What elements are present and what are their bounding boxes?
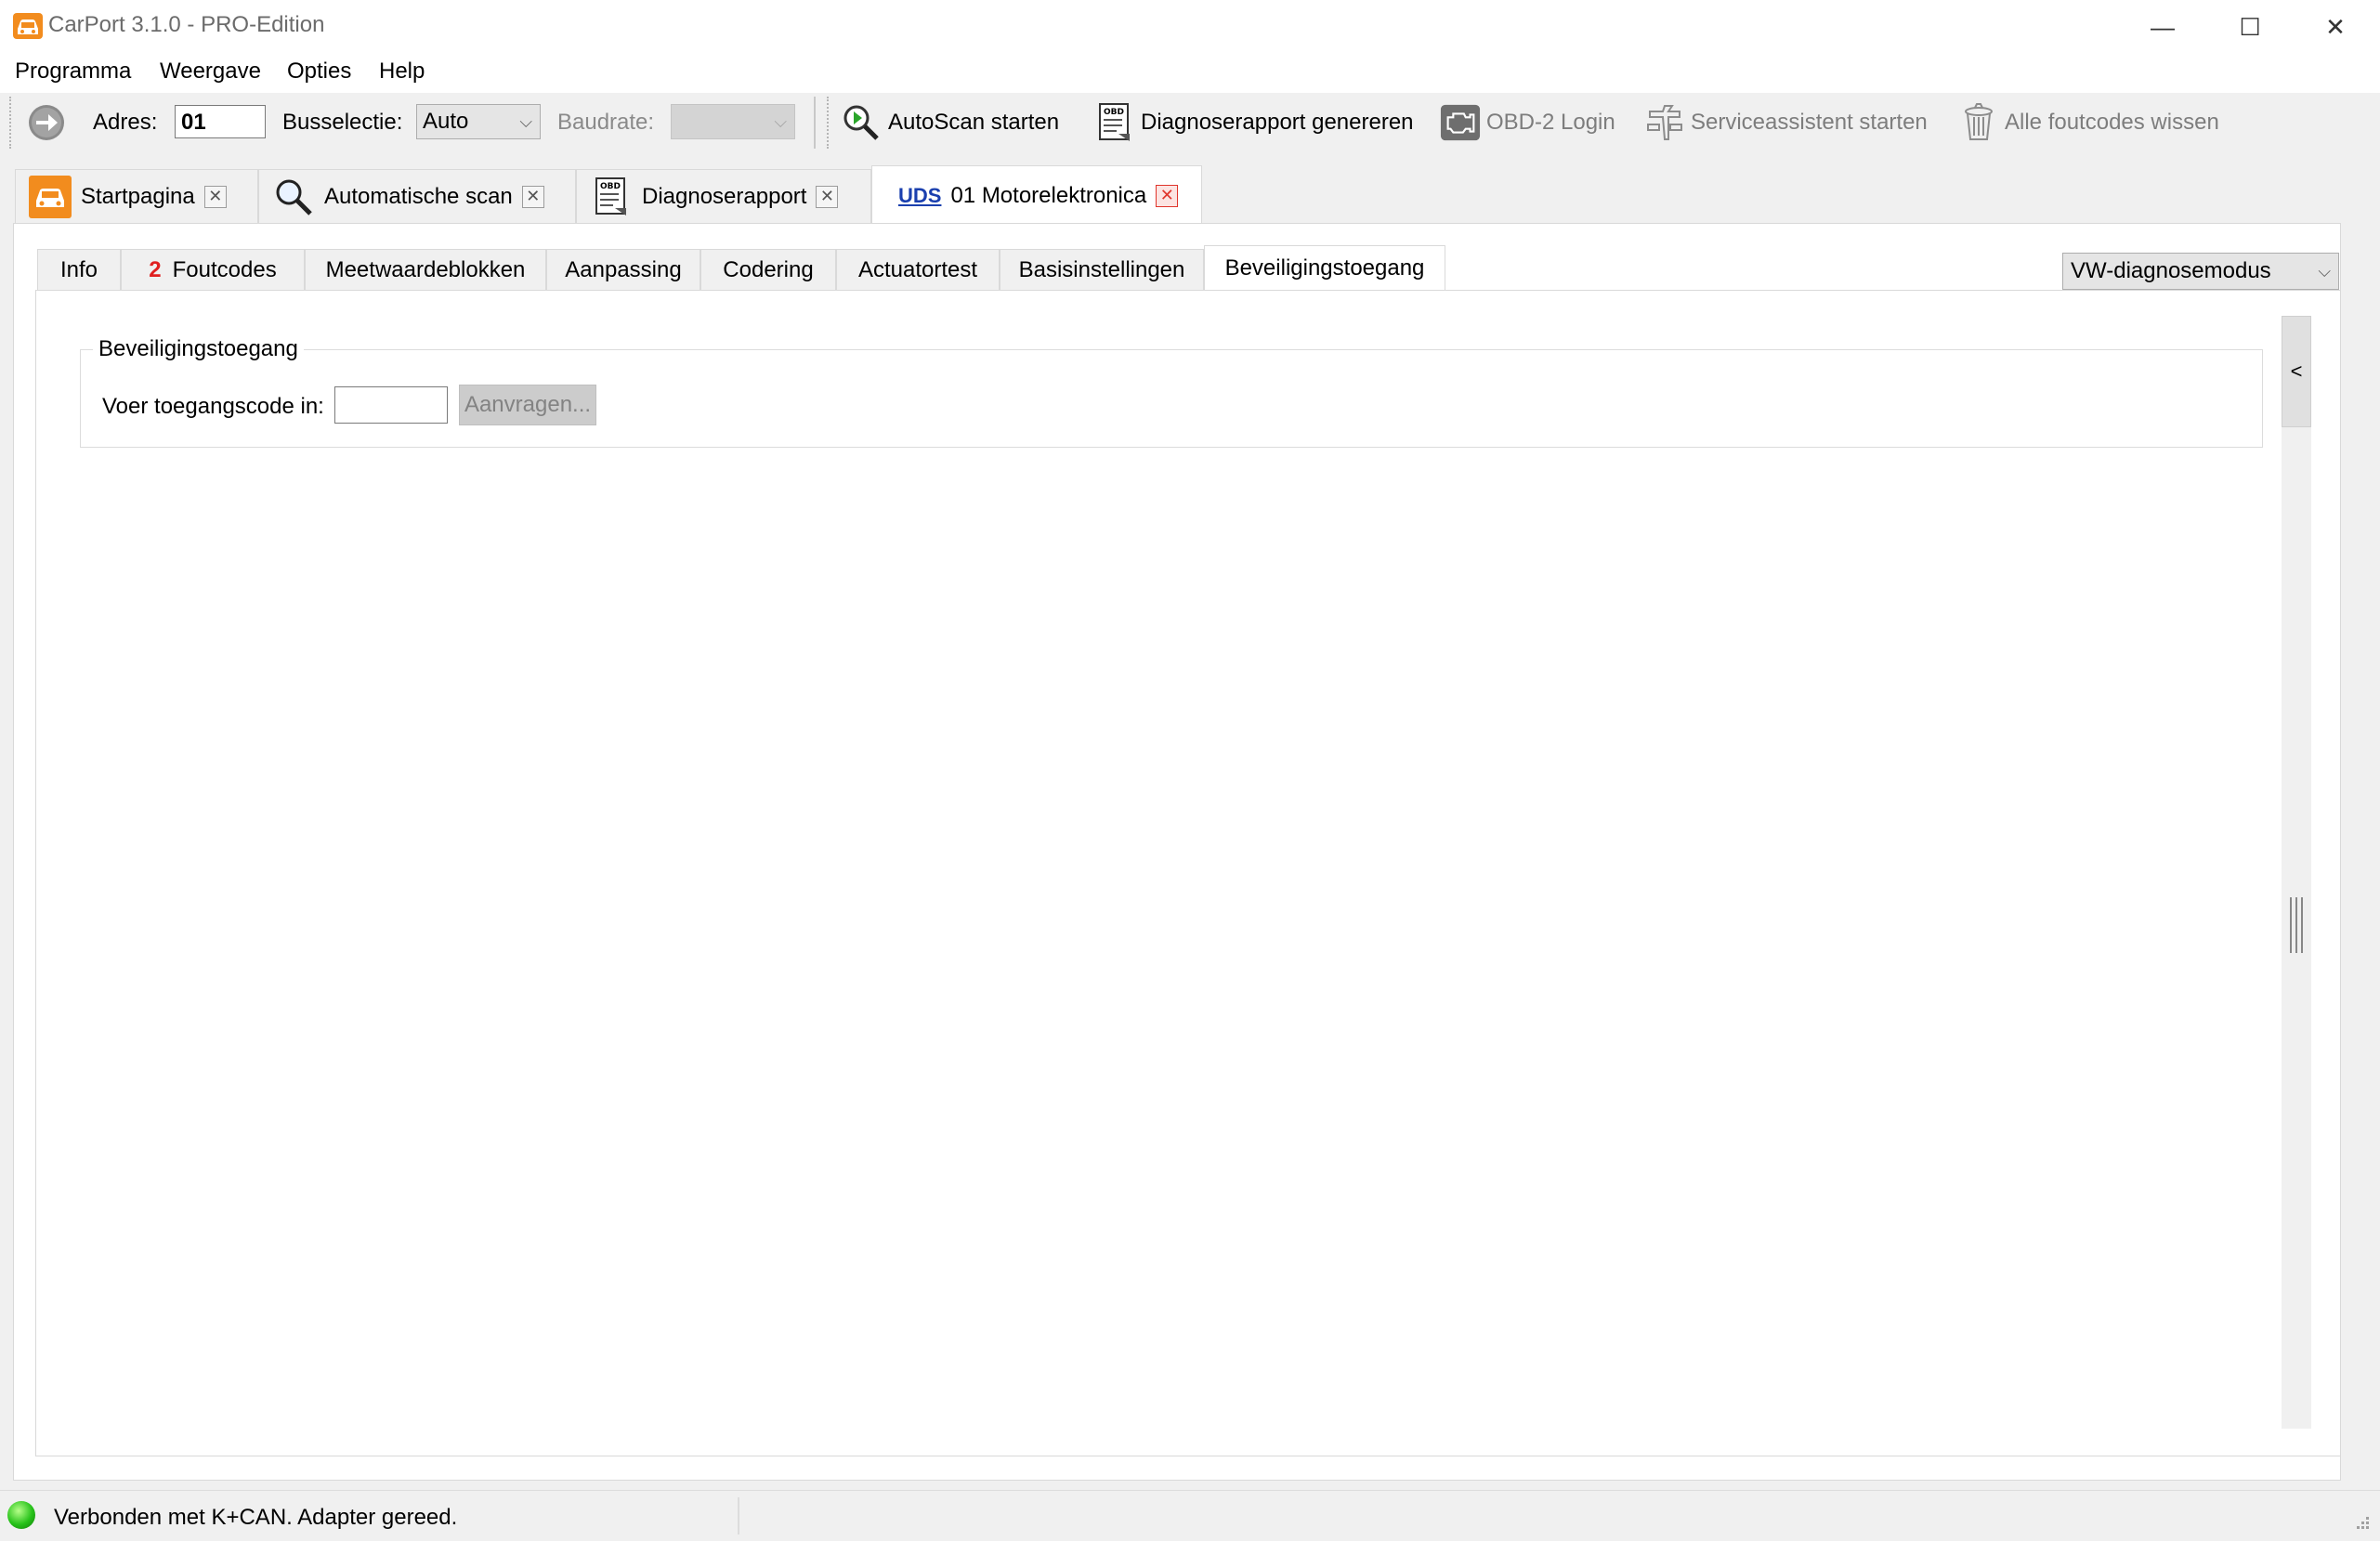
generate-report-label: Diagnoserapport genereren (1141, 110, 1414, 135)
title-bar (0, 0, 2380, 54)
tab-actuatortest[interactable]: Actuatortest (836, 249, 1000, 290)
close-button[interactable]: ✕ (2293, 0, 2378, 54)
collapse-panel-button[interactable]: < (2282, 316, 2311, 427)
tab-automatische-scan-label: Automatische scan (324, 183, 513, 209)
obd-report-icon: OBD (1094, 102, 1135, 143)
chevron-down-icon: ⌵ (519, 112, 532, 131)
close-icon[interactable]: ✕ (203, 185, 227, 208)
generate-report-button[interactable]: OBD Diagnoserapport genereren (1094, 100, 1414, 145)
toolbar-grip (827, 97, 832, 149)
menu-opties[interactable]: Opties (287, 59, 351, 85)
service-assistant-label: Serviceassistent starten (1691, 110, 1928, 135)
fault-count-badge: 2 (149, 256, 162, 282)
tab-startpagina-label: Startpagina (81, 183, 195, 209)
baud-select[interactable]: ⌵ (671, 104, 795, 139)
tab-foutcodes[interactable]: 2 Foutcodes (121, 249, 305, 290)
address-input[interactable]: 01 (175, 105, 266, 138)
access-code-label: Voer toegangscode in: (102, 394, 324, 419)
minimize-button[interactable]: — (2120, 0, 2205, 54)
tab-beveiligingstoegang[interactable]: Beveiligingstoegang (1204, 245, 1445, 292)
security-groupbox-title: Beveiligingstoegang (93, 336, 304, 362)
bus-select-value: Auto (423, 109, 469, 134)
tab-motorelektronica[interactable]: UDS 01 Motorelektronica ✕ (871, 165, 1202, 225)
tab-info[interactable]: Info (37, 249, 121, 290)
magnifier-icon (272, 176, 315, 218)
car-icon (29, 175, 72, 218)
wrench-icon (1644, 102, 1685, 143)
tab-motorelektronica-label: 01 Motorelektronica (950, 182, 1147, 208)
obd2-login-label: OBD-2 Login (1486, 110, 1615, 135)
close-icon[interactable]: ✕ (1156, 184, 1179, 207)
connection-status-led (7, 1501, 35, 1529)
trash-icon (1958, 102, 1999, 143)
service-assistant-button[interactable]: Serviceassistent starten (1644, 100, 1928, 145)
tab-startpagina[interactable]: Startpagina ✕ (15, 169, 258, 223)
status-text: Verbonden met K+CAN. Adapter gereed. (54, 1505, 458, 1530)
status-separator (738, 1497, 739, 1534)
security-access-content (35, 290, 2341, 1456)
close-icon[interactable]: ✕ (521, 185, 544, 208)
obd2-login-button[interactable]: OBD-2 Login (1440, 100, 1615, 145)
close-icon[interactable]: ✕ (816, 185, 839, 208)
baud-label: Baudrate: (557, 110, 655, 135)
menu-help[interactable]: Help (379, 59, 425, 85)
app-icon (13, 13, 43, 39)
tab-codering[interactable]: Codering (700, 249, 836, 290)
clear-all-codes-label: Alle foutcodes wissen (2005, 110, 2219, 135)
autoscan-button[interactable]: AutoScan starten (842, 100, 1059, 145)
side-panel-strip (2282, 316, 2311, 1429)
svg-text:OBD: OBD (600, 182, 621, 191)
address-label: Adres: (93, 110, 158, 135)
chevron-down-icon: ⌵ (774, 112, 787, 131)
autoscan-label: AutoScan starten (888, 110, 1060, 135)
bus-label: Busselectie: (282, 110, 403, 135)
connect-arrow-icon[interactable] (26, 102, 67, 143)
svg-text:OBD: OBD (1104, 108, 1124, 117)
resize-grip-icon[interactable] (2350, 1512, 2371, 1533)
toolbar-separator (814, 97, 816, 149)
tab-diagnoserapport-label: Diagnoserapport (642, 183, 807, 209)
tab-diagnoserapport[interactable]: OBD Diagnoserapport ✕ (576, 169, 871, 223)
bus-select[interactable]: Auto ⌵ (416, 104, 541, 139)
diagnostic-mode-select[interactable]: VW-diagnosemodus ⌵ (2062, 253, 2339, 290)
clear-all-codes-button[interactable]: Alle foutcodes wissen (1958, 100, 2219, 145)
window-title: CarPort 3.1.0 - PRO-Edition (48, 12, 325, 37)
maximize-button[interactable]: ☐ (2207, 0, 2293, 54)
tab-foutcodes-label: Foutcodes (172, 256, 277, 282)
tab-aanpassing[interactable]: Aanpassing (546, 249, 700, 290)
autoscan-icon (842, 102, 883, 143)
request-button[interactable]: Aanvragen... (459, 385, 596, 425)
tab-automatische-scan[interactable]: Automatische scan ✕ (258, 169, 576, 223)
chevron-down-icon: ⌵ (2318, 262, 2331, 281)
tab-basisinstellingen[interactable]: Basisinstellingen (1000, 249, 1204, 290)
obd-report-icon: OBD (590, 176, 633, 218)
uds-badge: UDS (898, 183, 942, 207)
splitter-grip[interactable] (2287, 897, 2306, 953)
engine-icon (1440, 102, 1481, 143)
diagnostic-mode-value: VW-diagnosemodus (2071, 258, 2271, 283)
menu-bar (0, 54, 2380, 93)
tab-meetwaardeblokken[interactable]: Meetwaardeblokken (305, 249, 546, 290)
menu-programma[interactable]: Programma (15, 59, 131, 85)
menu-weergave[interactable]: Weergave (160, 59, 261, 85)
toolbar-grip (9, 97, 15, 149)
access-code-input[interactable] (334, 386, 448, 424)
